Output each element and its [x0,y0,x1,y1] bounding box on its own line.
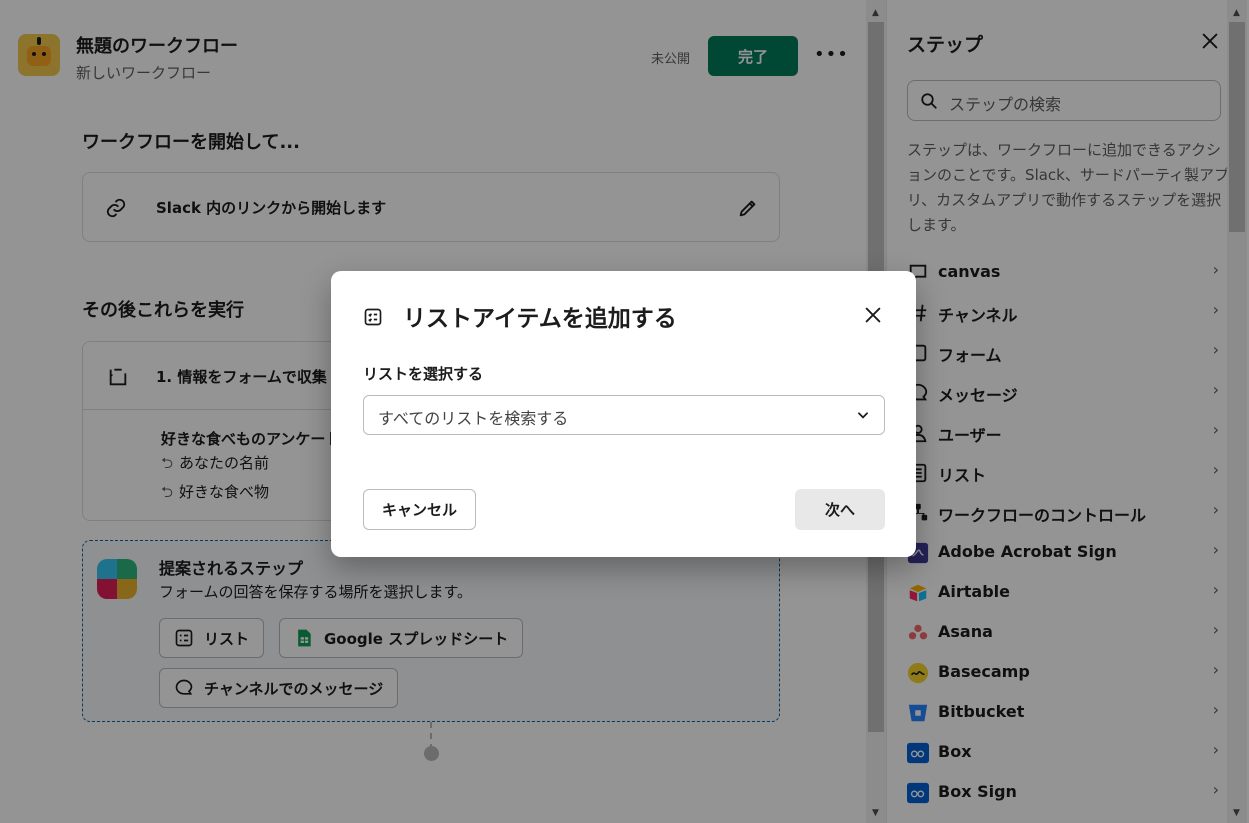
list-select-dropdown[interactable]: すべてのリストを検索する [363,395,885,435]
next-button[interactable]: 次へ [795,489,885,530]
add-list-item-dialog: リストアイテムを追加する リストを選択する すべてのリストを検索する キャンセル… [331,271,916,557]
list-select-label: リストを選択する [363,365,484,383]
list-select-value: すべてのリストを検索する [378,409,569,428]
close-icon[interactable] [862,304,884,326]
dialog-title: リストアイテムを追加する [403,306,677,332]
list-icon [364,308,382,326]
cancel-button[interactable]: キャンセル [363,489,476,530]
chevron-down-icon [858,412,868,419]
